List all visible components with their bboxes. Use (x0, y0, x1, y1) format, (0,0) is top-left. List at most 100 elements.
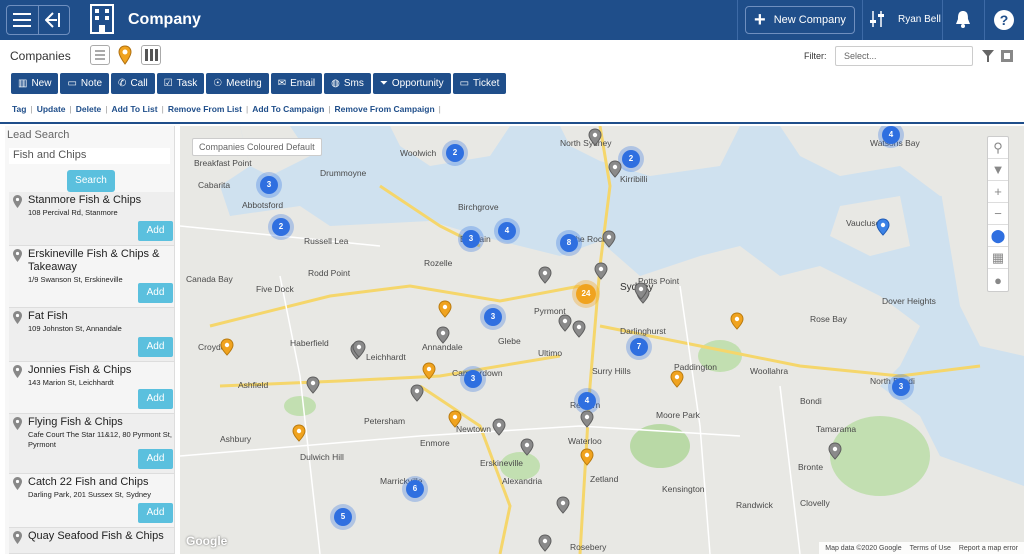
company-pin-orange[interactable] (220, 338, 234, 356)
company-pin-grey[interactable] (588, 128, 602, 146)
company-pin-grey[interactable] (572, 320, 586, 338)
toolbar-meeting-button[interactable]: ☉ Meeting (206, 73, 269, 94)
company-pin-orange[interactable] (448, 410, 462, 428)
zoom-in-button[interactable]: + (988, 181, 1008, 203)
marker-cluster[interactable]: 4 (498, 222, 516, 240)
link-update[interactable]: Update (37, 104, 66, 114)
center-icon[interactable]: ● (988, 269, 1008, 291)
link-add-to-campaign[interactable]: Add To Campaign (252, 104, 324, 114)
link-remove-from-list[interactable]: Remove From List (168, 104, 242, 114)
add-lead-button[interactable]: Add (138, 283, 173, 303)
company-pin-grey[interactable] (436, 326, 450, 344)
company-pin-grey[interactable] (558, 314, 572, 332)
export-icon[interactable] (1000, 49, 1014, 68)
marker-cluster[interactable]: 7 (630, 338, 648, 356)
toolbar-email-button[interactable]: ✉ Email (270, 73, 323, 94)
company-pin-grey[interactable] (634, 282, 648, 300)
company-pin-blue[interactable] (876, 218, 890, 236)
map-view-icon[interactable] (118, 45, 132, 70)
filter-icon[interactable]: ▼ (988, 159, 1008, 181)
add-lead-button[interactable]: Add (138, 389, 173, 409)
lead-result-name[interactable]: Erskineville Fish & Chips & Takeaway (9, 246, 174, 274)
new-company-button[interactable]: + New Company (745, 6, 855, 34)
marker-cluster[interactable]: 3 (464, 370, 482, 388)
report-error-link[interactable]: Report a map error (959, 545, 1018, 552)
link-add-to-list[interactable]: Add To List (111, 104, 157, 114)
bell-icon[interactable] (954, 9, 972, 34)
lead-result-name[interactable]: Fat Fish (9, 308, 174, 323)
list-view-icon[interactable] (90, 45, 110, 65)
company-pin-grey[interactable] (828, 442, 842, 460)
company-pin-orange[interactable] (422, 362, 436, 380)
add-lead-button[interactable]: Add (138, 503, 173, 523)
help-icon[interactable]: ? (994, 10, 1014, 30)
toolbar-sms-button[interactable]: ◍ Sms (324, 73, 371, 94)
marker-cluster[interactable]: 2 (446, 144, 464, 162)
company-pin-grey[interactable] (410, 384, 424, 402)
marker-cluster[interactable]: 2 (272, 218, 290, 236)
marker-cluster[interactable]: 8 (560, 234, 578, 252)
company-pin-grey[interactable] (556, 496, 570, 514)
company-pin-orange[interactable] (580, 448, 594, 466)
lead-result-name[interactable]: Catch 22 Fish and Chips (9, 474, 174, 489)
back-icon[interactable] (38, 6, 69, 34)
lead-search-input[interactable]: Fish and Chips (9, 148, 170, 164)
company-pin-grey[interactable] (538, 534, 552, 552)
location-pin-icon[interactable]: ⬤ (988, 225, 1008, 247)
zoom-out-button[interactable]: − (988, 203, 1008, 225)
lead-result-card: Fat Fish 109 Johnston St, Annandale Add (9, 308, 174, 362)
toolbar-new-button[interactable]: ▥ New (11, 73, 59, 94)
calendar-icon[interactable]: ▦ (988, 247, 1008, 269)
marker-cluster[interactable]: 3 (484, 308, 502, 326)
marker-cluster[interactable]: 4 (578, 392, 596, 410)
company-pin-orange[interactable] (670, 370, 684, 388)
lead-result-name[interactable]: Jonnies Fish & Chips (9, 362, 174, 377)
marker-cluster[interactable]: 24 (576, 284, 596, 304)
link-delete[interactable]: Delete (76, 104, 102, 114)
terms-link[interactable]: Terms of Use (910, 545, 951, 552)
company-pin-grey[interactable] (538, 266, 552, 284)
company-pin-grey[interactable] (608, 160, 622, 178)
marker-cluster[interactable]: 3 (462, 230, 480, 248)
pin-toggle-icon[interactable]: ⚲ (988, 137, 1008, 159)
toolbar-task-button[interactable]: ☑ Task (156, 73, 205, 94)
toolbar-call-button[interactable]: ✆ Call (111, 73, 155, 94)
kanban-view-icon[interactable] (141, 45, 161, 65)
note-icon: ▭ (67, 78, 77, 89)
company-pin-grey[interactable] (580, 410, 594, 428)
toolbar-note-button[interactable]: ▭ Note (60, 73, 110, 94)
company-pin-orange[interactable] (730, 312, 744, 330)
user-menu[interactable]: Ryan Bell (870, 10, 941, 28)
toolbar-ticket-button[interactable]: ▭ Ticket (452, 73, 507, 94)
marker-cluster[interactable]: 6 (406, 480, 424, 498)
lead-search-button[interactable]: Search (67, 170, 115, 192)
link-tag[interactable]: Tag (12, 104, 26, 114)
company-pin-grey[interactable] (492, 418, 506, 436)
company-pin-orange[interactable] (292, 424, 306, 442)
company-pin-grey[interactable] (594, 262, 608, 280)
toolbar-opportunity-button[interactable]: ⏷ Opportunity (372, 73, 451, 94)
marker-cluster[interactable]: 4 (882, 126, 900, 144)
filter-select[interactable]: Select... (835, 46, 973, 66)
filter-icon[interactable] (982, 49, 994, 67)
add-lead-button[interactable]: Add (138, 221, 173, 241)
company-pin-orange[interactable] (438, 300, 452, 318)
company-pin-grey[interactable] (306, 376, 320, 394)
lead-result-name[interactable]: Quay Seafood Fish & Chips (9, 528, 174, 543)
company-pin-grey[interactable] (602, 230, 616, 248)
map-legend-chip[interactable]: Companies Coloured Default (192, 138, 322, 156)
menu-icon[interactable] (7, 6, 38, 34)
marker-cluster[interactable]: 3 (260, 176, 278, 194)
company-pin-grey[interactable] (352, 340, 366, 358)
lead-result-name[interactable]: Stanmore Fish & Chips (9, 192, 174, 207)
lead-result-name[interactable]: Flying Fish & Chips (9, 414, 174, 429)
location-pin-icon (13, 531, 22, 549)
link-remove-from-campaign[interactable]: Remove From Campaign (335, 104, 435, 114)
add-lead-button[interactable]: Add (138, 449, 173, 469)
add-lead-button[interactable]: Add (138, 337, 173, 357)
marker-cluster[interactable]: 5 (334, 508, 352, 526)
map-view[interactable]: Companies Coloured Default Woolwich North… (180, 126, 1024, 554)
marker-cluster[interactable]: 3 (892, 378, 910, 396)
company-pin-grey[interactable] (520, 438, 534, 456)
marker-cluster[interactable]: 2 (622, 150, 640, 168)
